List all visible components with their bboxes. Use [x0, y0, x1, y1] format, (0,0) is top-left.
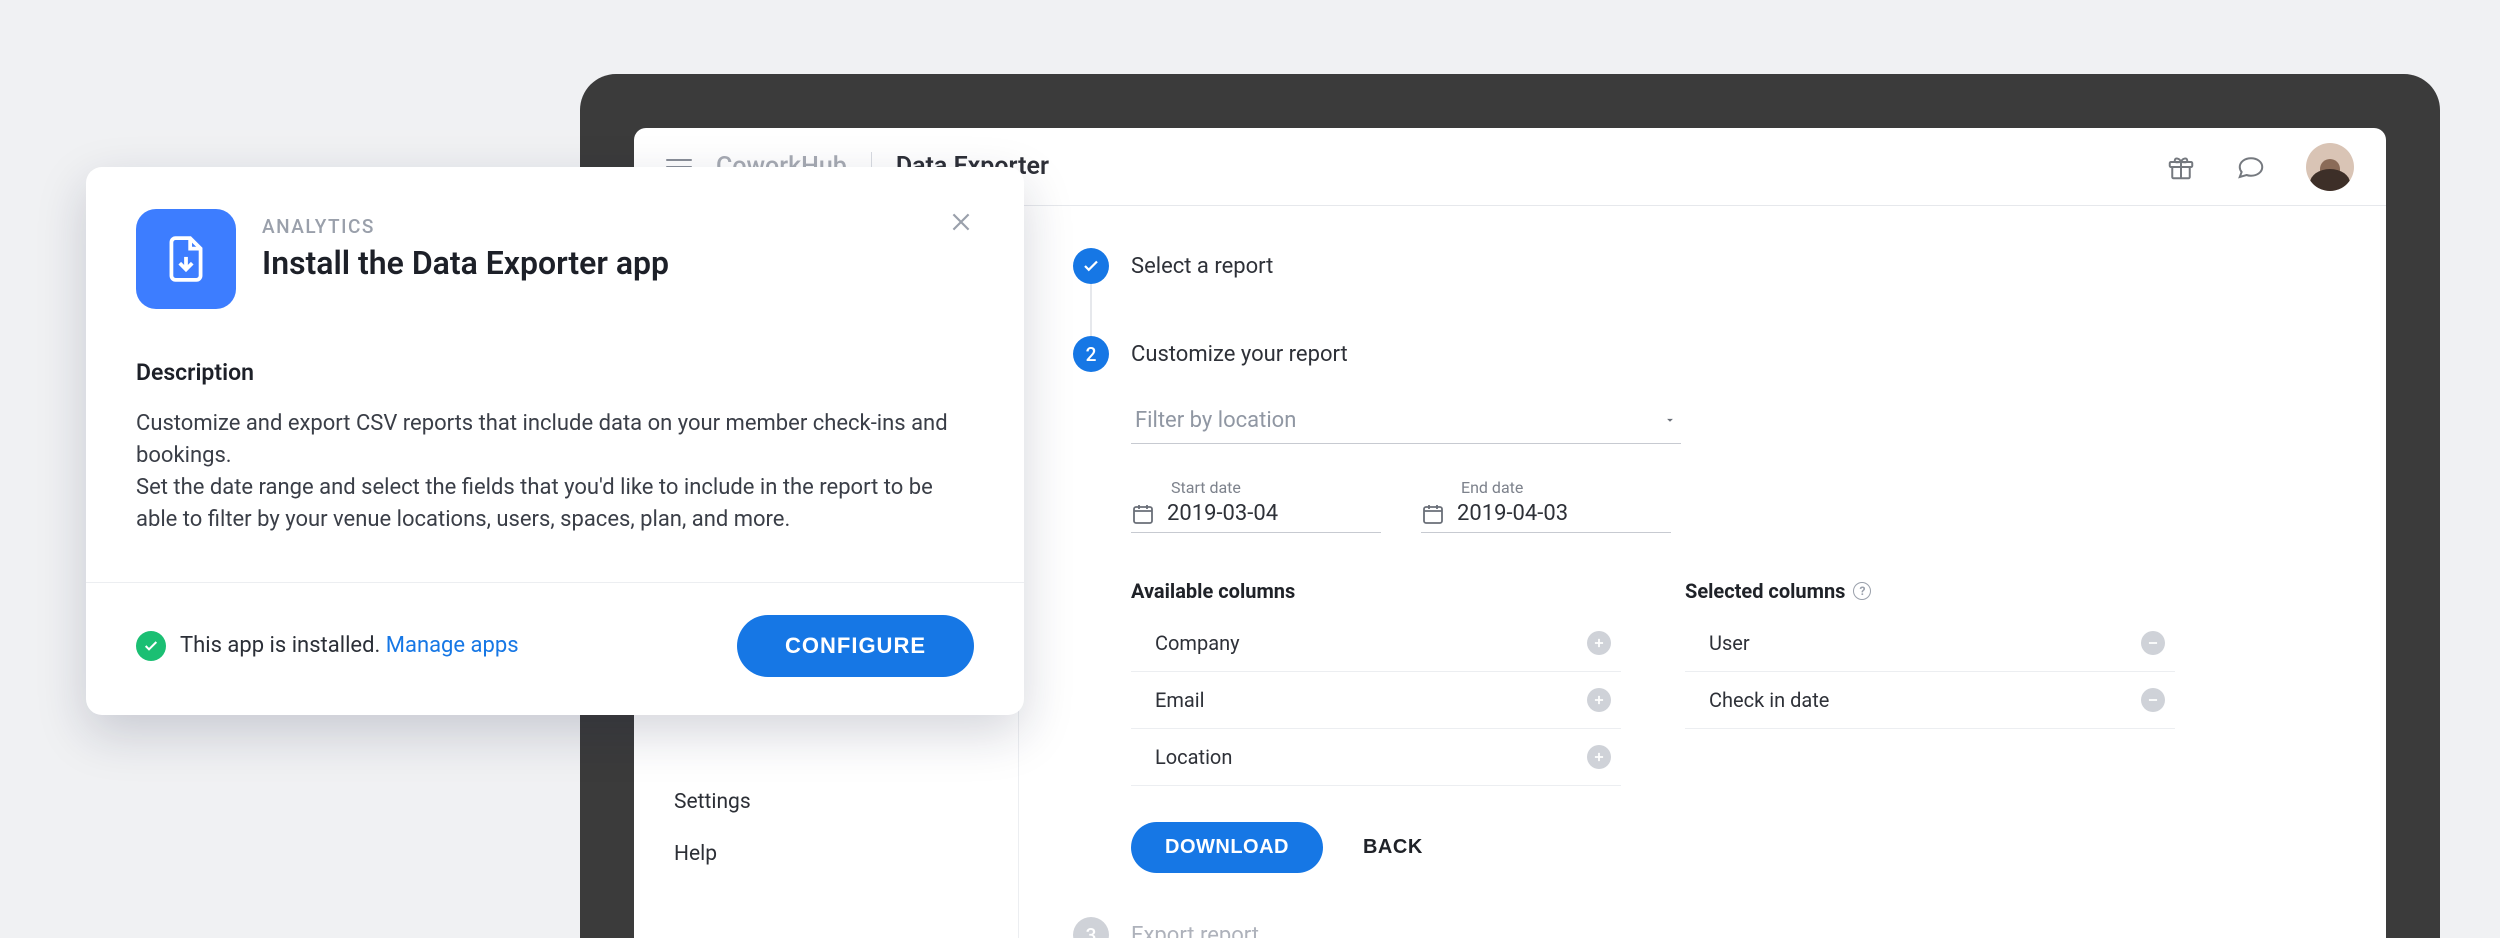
install-app-modal: ANALYTICS Install the Data Exporter app …	[86, 167, 1024, 715]
help-icon[interactable]: ?	[1853, 582, 1871, 600]
calendar-icon	[1421, 502, 1445, 526]
step-1-label: Select a report	[1131, 254, 1273, 279]
available-columns: Available columns Company Email	[1131, 579, 1621, 786]
step-3-label: Export report	[1131, 923, 1259, 938]
column-name: Location	[1155, 745, 1232, 769]
divider	[86, 582, 1024, 583]
avatar[interactable]	[2306, 143, 2354, 191]
step-2-row: 2 Customize your report	[1073, 336, 2332, 372]
installed-status: This app is installed. Manage apps	[136, 631, 519, 661]
back-button[interactable]: BACK	[1363, 836, 1423, 859]
step-1-row[interactable]: Select a report	[1073, 248, 2332, 284]
calendar-icon	[1131, 502, 1155, 526]
end-date-label: End date	[1421, 478, 1671, 497]
selected-columns-title-text: Selected columns	[1685, 579, 1845, 603]
selected-column-item: User	[1685, 615, 2175, 672]
column-name: Check in date	[1709, 688, 1829, 712]
description-line-1: Customize and export CSV reports that in…	[136, 411, 948, 468]
installed-text: This app is installed.	[180, 633, 380, 658]
sidebar-item-help[interactable]: Help	[634, 828, 1018, 880]
available-columns-title: Available columns	[1131, 579, 1621, 603]
column-name: Company	[1155, 631, 1240, 655]
check-icon	[136, 631, 166, 661]
end-date-value: 2019-04-03	[1457, 501, 1568, 526]
modal-category: ANALYTICS	[262, 215, 922, 238]
add-column-button[interactable]	[1587, 745, 1611, 769]
step-3-row: 3 Export report	[1073, 917, 2332, 938]
description-heading: Description	[136, 359, 974, 386]
selected-column-item: Check in date	[1685, 672, 2175, 729]
available-column-item: Company	[1131, 615, 1621, 672]
description-text: Customize and export CSV reports that in…	[136, 408, 974, 536]
chat-icon[interactable]	[2236, 152, 2266, 182]
description-line-2: Set the date range and select the fields…	[136, 475, 933, 532]
add-column-button[interactable]	[1587, 631, 1611, 655]
manage-apps-link[interactable]: Manage apps	[386, 633, 519, 658]
modal-title: Install the Data Exporter app	[262, 244, 922, 282]
step-2-number: 2	[1073, 336, 1109, 372]
column-name: Email	[1155, 688, 1205, 712]
start-date-field[interactable]: Start date 2019-03-04	[1131, 478, 1381, 533]
sidebar-item-settings[interactable]: Settings	[634, 776, 1018, 828]
app-icon	[136, 209, 236, 309]
content: Select a report 2 Customize your report …	[1019, 206, 2386, 938]
available-column-item: Location	[1131, 729, 1621, 786]
gift-icon[interactable]	[2166, 152, 2196, 182]
close-icon[interactable]	[948, 209, 974, 241]
filter-location-select[interactable]: Filter by location	[1131, 398, 1681, 444]
chevron-down-icon	[1663, 408, 1677, 433]
download-button[interactable]: DOWNLOAD	[1131, 822, 1323, 873]
configure-button[interactable]: CONFIGURE	[737, 615, 974, 677]
step-1-check-icon	[1073, 248, 1109, 284]
step-connector-1	[1090, 284, 1092, 336]
selected-columns: Selected columns ? User Check in date	[1685, 579, 2175, 786]
step-2-label: Customize your report	[1131, 342, 1348, 367]
remove-column-button[interactable]	[2141, 631, 2165, 655]
start-date-value: 2019-03-04	[1167, 501, 1278, 526]
remove-column-button[interactable]	[2141, 688, 2165, 712]
filter-location-placeholder: Filter by location	[1135, 408, 1296, 433]
available-column-item: Email	[1131, 672, 1621, 729]
step-3-number: 3	[1073, 917, 1109, 938]
start-date-label: Start date	[1131, 478, 1381, 497]
column-name: User	[1709, 631, 1750, 655]
selected-columns-title: Selected columns ?	[1685, 579, 2175, 603]
add-column-button[interactable]	[1587, 688, 1611, 712]
end-date-field[interactable]: End date 2019-04-03	[1421, 478, 1671, 533]
